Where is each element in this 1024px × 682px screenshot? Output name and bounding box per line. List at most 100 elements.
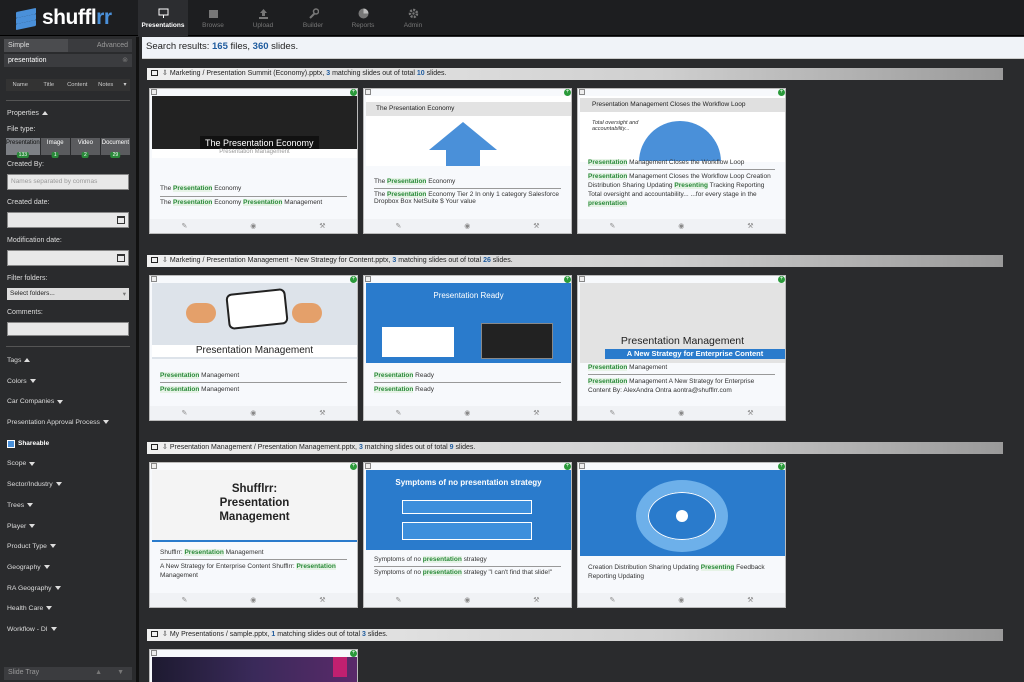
play-icon[interactable]: ◉	[250, 409, 256, 417]
tag-player[interactable]: Player	[7, 517, 129, 538]
add-icon[interactable]: +	[564, 276, 571, 283]
tag-approval-process[interactable]: Presentation Approval Process	[7, 413, 129, 434]
wrench-icon[interactable]: ⚒	[319, 409, 325, 417]
slide-tray[interactable]: Slide Tray ▲ ▼	[4, 667, 132, 680]
wrench-icon[interactable]: ⚒	[533, 596, 539, 604]
select-checkbox[interactable]	[151, 463, 157, 469]
download-icon[interactable]: ⇩	[162, 631, 170, 638]
nav-upload[interactable]: Upload	[238, 0, 288, 36]
download-icon[interactable]: ⇩	[162, 70, 170, 77]
select-checkbox[interactable]	[365, 276, 371, 282]
search-input[interactable]: presentation ⊗	[4, 54, 132, 67]
tag-workflow-di[interactable]: Workflow - DI	[7, 620, 129, 641]
play-icon[interactable]: ◉	[678, 222, 684, 230]
tag-product-type[interactable]: Product Type	[7, 537, 129, 558]
slide-thumbnail[interactable]: Presentation Management A New Strategy f…	[580, 283, 785, 363]
file-header[interactable]: ⇩ Marketing / Presentation Management - …	[147, 255, 1003, 267]
wrench-icon[interactable]: ⚒	[747, 409, 753, 417]
tag-health-care[interactable]: Health Care	[7, 599, 129, 620]
add-icon[interactable]: +	[778, 276, 785, 283]
file-header[interactable]: ⇩ Presentation Management / Presentation…	[147, 442, 1003, 454]
field-name[interactable]: Name	[6, 82, 35, 88]
file-header[interactable]: ⇩ My Presentations / sample.pptx, 1 matc…	[147, 629, 1003, 641]
clear-icon[interactable]: ⊗	[122, 54, 128, 67]
slide-card[interactable]: + Creation Distribution Sharing Updating…	[577, 462, 786, 608]
play-icon[interactable]: ◉	[464, 222, 470, 230]
add-icon[interactable]: +	[350, 89, 357, 96]
select-checkbox[interactable]	[579, 276, 585, 282]
properties-toggle[interactable]: Properties	[7, 110, 129, 120]
slide-card[interactable]: + Presentation Ready Presentation Ready …	[363, 275, 572, 421]
wrench-icon[interactable]: ⚒	[533, 222, 539, 230]
slide-card[interactable]: + The Presentation Economy Presentation …	[149, 88, 358, 234]
add-icon[interactable]: +	[778, 89, 785, 96]
tab-advanced[interactable]: Advanced	[68, 39, 132, 52]
slide-thumbnail[interactable]: Presentation Management	[152, 283, 357, 359]
select-checkbox[interactable]	[151, 89, 157, 95]
slide-card[interactable]: + Presentation Management Closes the Wor…	[577, 88, 786, 234]
slide-thumbnail[interactable]: Presentation Management Closes the Workf…	[580, 96, 785, 162]
add-icon[interactable]: +	[350, 650, 357, 657]
edit-icon[interactable]: ✎	[181, 222, 187, 230]
download-icon[interactable]: ⇩	[162, 257, 170, 264]
filetype-document[interactable]: Document 29	[100, 138, 130, 158]
tab-simple[interactable]: Simple	[4, 39, 68, 52]
wrench-icon[interactable]: ⚒	[533, 409, 539, 417]
wrench-icon[interactable]: ⚒	[747, 596, 753, 604]
shufflrr-logo[interactable]: shufflrr	[16, 6, 112, 31]
select-checkbox[interactable]	[365, 463, 371, 469]
edit-icon[interactable]: ✎	[395, 409, 401, 417]
slide-card[interactable]: +	[149, 649, 358, 682]
play-icon[interactable]: ◉	[250, 596, 256, 604]
play-icon[interactable]: ◉	[250, 222, 256, 230]
calendar-icon[interactable]	[117, 254, 125, 262]
nav-presentations[interactable]: Presentations	[138, 0, 188, 36]
select-checkbox[interactable]	[151, 650, 157, 656]
nav-reports[interactable]: Reports	[338, 0, 388, 36]
slide-card[interactable]: + Presentation Management A New Strategy…	[577, 275, 786, 421]
add-icon[interactable]: +	[778, 463, 785, 470]
add-icon[interactable]: +	[564, 89, 571, 96]
add-icon[interactable]: +	[564, 463, 571, 470]
tags-toggle[interactable]: Tags	[7, 351, 129, 372]
slide-card[interactable]: + The Presentation Economy The Presentat…	[363, 88, 572, 234]
created-by-field[interactable]: Names separated by commas	[7, 174, 129, 190]
slide-card[interactable]: + Presentation Management Presentation M…	[149, 275, 358, 421]
play-icon[interactable]: ◉	[464, 409, 470, 417]
tag-ra-geography[interactable]: RA Geography	[7, 579, 129, 600]
tag-car-companies[interactable]: Car Companies	[7, 392, 129, 413]
play-icon[interactable]: ◉	[678, 596, 684, 604]
slide-card[interactable]: + Symptoms of no presentation strategy S…	[363, 462, 572, 608]
wrench-icon[interactable]: ⚒	[319, 222, 325, 230]
slide-thumbnail[interactable]: Presentation Ready	[366, 283, 571, 363]
edit-icon[interactable]: ✎	[609, 596, 615, 604]
chevron-down-icon[interactable]: ▾	[120, 82, 130, 88]
tag-scope[interactable]: Scope	[7, 454, 129, 475]
wrench-icon[interactable]: ⚒	[319, 596, 325, 604]
tag-trees[interactable]: Trees	[7, 496, 129, 517]
created-date-field[interactable]	[7, 212, 129, 228]
calendar-icon[interactable]	[117, 216, 125, 224]
play-icon[interactable]: ◉	[464, 596, 470, 604]
field-title[interactable]: Title	[35, 82, 64, 88]
tag-colors[interactable]: Colors	[7, 372, 129, 393]
edit-icon[interactable]: ✎	[181, 596, 187, 604]
edit-icon[interactable]: ✎	[181, 409, 187, 417]
slide-thumbnail[interactable]	[580, 470, 785, 556]
select-checkbox[interactable]	[365, 89, 371, 95]
chevron-down-icon[interactable]: ▼	[117, 669, 124, 676]
nav-browse[interactable]: Browse	[188, 0, 238, 36]
edit-icon[interactable]: ✎	[609, 409, 615, 417]
filetype-video[interactable]: Video 2	[70, 138, 100, 158]
edit-icon[interactable]: ✎	[609, 222, 615, 230]
filetype-presentation[interactable]: Presentation 133	[6, 138, 40, 158]
slide-thumbnail[interactable]: The Presentation Economy	[366, 96, 571, 166]
slide-thumbnail[interactable]: The Presentation Economy Presentation Ma…	[152, 96, 357, 158]
add-icon[interactable]: +	[350, 276, 357, 283]
modification-date-field[interactable]	[7, 250, 129, 266]
tag-sector[interactable]: Sector/Industry	[7, 475, 129, 496]
folder-select[interactable]: Select folders... ▾	[7, 288, 129, 300]
file-header[interactable]: ⇩ Marketing / Presentation Summit (Econo…	[147, 68, 1003, 80]
tag-geography[interactable]: Geography	[7, 558, 129, 579]
slide-card[interactable]: + Shufflrr: Presentation Management Shuf…	[149, 462, 358, 608]
